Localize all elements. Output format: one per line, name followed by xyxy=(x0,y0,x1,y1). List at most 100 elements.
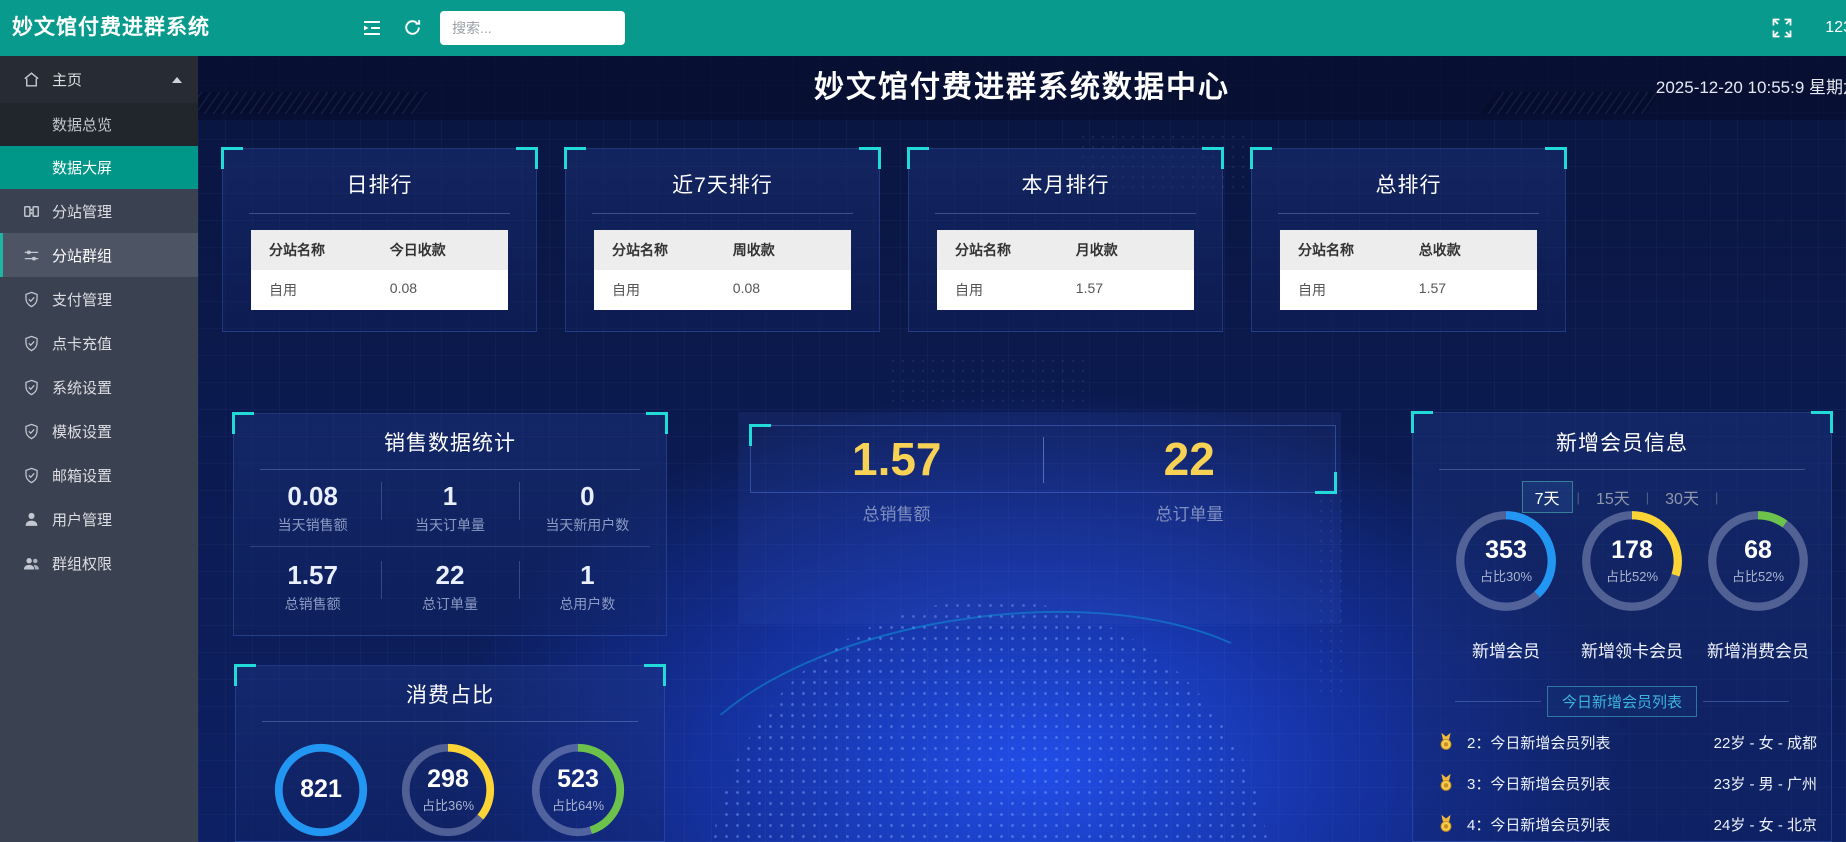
layout-icon xyxy=(22,202,41,221)
donut-label: 新增领卡会员 xyxy=(1562,637,1702,662)
sidebar-item-label: 系统设置 xyxy=(52,377,112,398)
corner-bracket xyxy=(1811,411,1833,433)
sidebar-item-label: 用户管理 xyxy=(52,509,112,530)
total-sales-value: 1.57 xyxy=(852,432,942,486)
sidebar-item-user-manage[interactable]: 用户管理 xyxy=(0,497,198,541)
divider xyxy=(1455,701,1541,702)
corner-bracket xyxy=(1250,147,1272,169)
sidebar-item-group-permissions[interactable]: 群组权限 xyxy=(0,541,198,585)
member-list-item[interactable]: 2：今日新增会员列表 22岁 - 女 - 成都 xyxy=(1435,725,1817,759)
corner-bracket xyxy=(232,412,254,434)
medal-icon xyxy=(1435,772,1457,794)
search-input[interactable] xyxy=(440,11,625,45)
tab-separator: | xyxy=(1715,490,1718,505)
donut-card-members: 178占比52% xyxy=(1580,509,1684,613)
sidebar-item-label: 主页 xyxy=(52,69,82,90)
sidebar-item-substation-manage[interactable]: 分站管理 xyxy=(0,189,198,233)
column-header: 周收款 xyxy=(715,230,851,270)
member-list-item[interactable]: 3：今日新增会员列表 23岁 - 男 - 广州 xyxy=(1435,766,1817,800)
corner-bracket xyxy=(646,412,668,434)
member-list-item[interactable]: 4：今日新增会员列表 24岁 - 女 - 北京 xyxy=(1435,807,1817,841)
corner-bracket xyxy=(516,147,538,169)
sidebar-item-data-overview[interactable]: 数据总览 xyxy=(0,103,198,146)
member-list-button-row: 今日新增会员列表 xyxy=(1413,686,1831,717)
panel-month-ranking: 本月排行 分站名称月收款 自用1.57 xyxy=(908,148,1223,332)
corner-bracket xyxy=(221,147,243,169)
divider xyxy=(1439,469,1805,470)
corner-bracket xyxy=(644,664,666,686)
sidebar-submenu: 数据总览 数据大屏 xyxy=(0,103,198,189)
divider xyxy=(935,213,1196,214)
member-text: 3：今日新增会员列表 xyxy=(1467,773,1714,794)
header-decor-right xyxy=(1480,92,1660,114)
sidebar-item-home[interactable]: 主页 xyxy=(0,56,198,103)
panel-daily-ranking: 日排行 分站名称今日收款 自用0.08 xyxy=(222,148,537,332)
corner-bracket xyxy=(859,147,881,169)
shield-check-icon xyxy=(22,466,41,485)
donut-consuming-members: 68占比52% xyxy=(1706,509,1810,613)
home-icon xyxy=(22,70,41,89)
today-member-list-button[interactable]: 今日新增会员列表 xyxy=(1547,686,1697,717)
medal-icon xyxy=(1435,731,1457,753)
tab-15-days[interactable]: 15天 xyxy=(1584,482,1642,512)
medal-icon xyxy=(1435,813,1457,835)
sidebar-item-card-recharge[interactable]: 点卡充值 xyxy=(0,321,198,365)
datetime: 2025-12-20 10:55:9 星期六 xyxy=(1656,56,1846,120)
shield-check-icon xyxy=(22,378,41,397)
sidebar: 主页 数据总览 数据大屏 分站管理 分站群组 支付管理 点卡充值 xyxy=(0,56,198,842)
donut-consumption-1: 821 xyxy=(273,742,369,838)
sidebar-item-substation-groups[interactable]: 分站群组 xyxy=(0,233,198,277)
tab-30-days[interactable]: 30天 xyxy=(1653,482,1711,512)
cell-amount: 1.57 xyxy=(1058,270,1194,310)
totals-labels: 总销售额 总订单量 xyxy=(750,500,1336,525)
divider xyxy=(1278,213,1539,214)
refresh-icon[interactable] xyxy=(402,17,423,38)
cell-amount: 0.08 xyxy=(372,270,508,310)
table-row: 自用0.08 xyxy=(251,270,508,310)
column-header: 分站名称 xyxy=(1280,230,1401,270)
sidebar-item-data-screen[interactable]: 数据大屏 xyxy=(0,146,198,189)
sidebar-item-system-settings[interactable]: 系统设置 xyxy=(0,365,198,409)
sidebar-item-label: 数据总览 xyxy=(52,114,112,135)
chevron-up-icon xyxy=(172,77,182,83)
sidebar-item-mail-settings[interactable]: 邮箱设置 xyxy=(0,453,198,497)
column-header: 总收款 xyxy=(1401,230,1537,270)
stat-total-orders: 22总订单量 xyxy=(381,549,518,623)
brand-title: 妙文馆付费进群系统 xyxy=(12,0,210,56)
sidebar-item-template-settings[interactable]: 模板设置 xyxy=(0,409,198,453)
fullscreen-icon[interactable] xyxy=(1770,16,1794,40)
donut-label: 新增会员 xyxy=(1436,637,1576,662)
table-row: 自用1.57 xyxy=(1280,270,1537,310)
divider xyxy=(592,213,853,214)
tab-separator: | xyxy=(1646,490,1649,505)
column-header: 月收款 xyxy=(1058,230,1194,270)
cell-site-name: 自用 xyxy=(1280,270,1401,310)
sidebar-item-label: 群组权限 xyxy=(52,553,112,574)
total-orders-label: 总订单量 xyxy=(1043,500,1336,525)
cell-amount: 0.08 xyxy=(715,270,851,310)
top-bar: 妙文馆付费进群系统 123 xyxy=(0,0,1846,56)
shield-check-icon xyxy=(22,290,41,309)
cell-site-name: 自用 xyxy=(251,270,372,310)
panel-title: 本月排行 xyxy=(909,169,1222,199)
period-tabs: 7天 | 15天 | 30天 | xyxy=(1413,482,1831,512)
corner-bracket xyxy=(749,424,771,446)
total-orders-value-cell: 22 xyxy=(1044,426,1336,492)
sliders-icon xyxy=(22,246,41,265)
username[interactable]: 123 xyxy=(1825,0,1846,56)
sidebar-item-payment[interactable]: 支付管理 xyxy=(0,277,198,321)
total-sales-value-cell: 1.57 xyxy=(751,426,1043,492)
corner-bracket xyxy=(1545,147,1567,169)
table-row: 自用1.57 xyxy=(937,270,1194,310)
corner-bracket xyxy=(234,664,256,686)
data-screen: 妙文馆付费进群系统数据中心 2025-12-20 10:55:9 星期六 日排行… xyxy=(198,56,1846,842)
panel-title: 新增会员信息 xyxy=(1413,427,1831,457)
menu-fold-icon[interactable] xyxy=(360,16,384,40)
sidebar-item-label: 邮箱设置 xyxy=(52,465,112,486)
panel-new-members: 新增会员信息 7天 | 15天 | 30天 | 353占比30% 178占比52… xyxy=(1412,412,1832,842)
ranking-table: 分站名称今日收款 自用0.08 xyxy=(251,230,508,310)
donut-consumption-2: 298占比36% xyxy=(400,742,496,838)
member-text: 4：今日新增会员列表 xyxy=(1467,814,1714,835)
app-window: 妙文馆付费进群系统 123 主页 数据总览 数据大屏 xyxy=(0,0,1846,842)
corner-bracket xyxy=(564,147,586,169)
